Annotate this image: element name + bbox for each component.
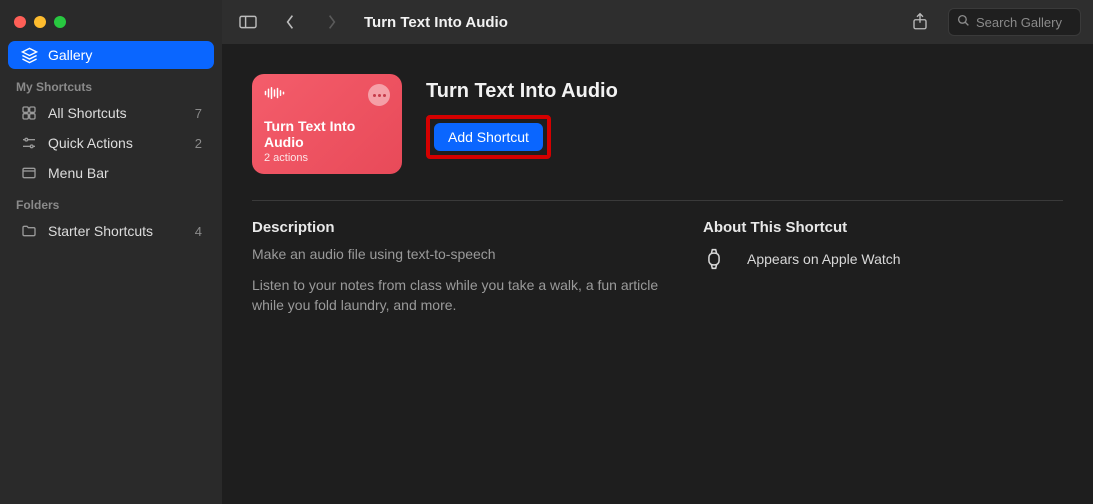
sidebar: Gallery My Shortcuts All Shortcuts 7 Qui… xyxy=(0,0,222,504)
more-icon[interactable] xyxy=(368,84,390,106)
gallery-icon xyxy=(20,46,38,64)
sidebar-folder-starter-shortcuts[interactable]: Starter Shortcuts 4 xyxy=(8,217,214,245)
sidebar-item-label: Starter Shortcuts xyxy=(48,223,153,239)
search-input[interactable] xyxy=(976,15,1072,30)
toggle-sidebar-button[interactable] xyxy=(234,10,262,34)
share-button[interactable] xyxy=(906,10,934,34)
grid-icon xyxy=(20,104,38,122)
hero-row: Turn Text Into Audio 2 actions Turn Text… xyxy=(252,74,1063,174)
card-subtitle: 2 actions xyxy=(264,152,390,164)
search-field[interactable] xyxy=(948,8,1081,36)
description-body: Listen to your notes from class while yo… xyxy=(252,276,663,315)
sliders-icon xyxy=(20,134,38,152)
about-section: About This Shortcut Appears on Apple Wat… xyxy=(703,219,1063,315)
close-window-button[interactable] xyxy=(14,16,26,28)
page-title: Turn Text Into Audio xyxy=(364,14,508,31)
toolbar: Turn Text Into Audio xyxy=(222,0,1093,44)
apple-watch-icon xyxy=(703,248,725,270)
window-traffic-lights xyxy=(0,8,222,40)
search-icon xyxy=(957,14,970,30)
description-section: Description Make an audio file using tex… xyxy=(252,219,663,315)
main-area: Turn Text Into Audio xyxy=(222,0,1093,504)
divider xyxy=(252,200,1063,201)
shortcut-heading: Turn Text Into Audio xyxy=(426,80,618,103)
gallery-label: Gallery xyxy=(48,47,92,63)
shortcut-card[interactable]: Turn Text Into Audio 2 actions xyxy=(252,74,402,174)
about-title: About This Shortcut xyxy=(703,219,1063,236)
minimize-window-button[interactable] xyxy=(34,16,46,28)
description-summary: Make an audio file using text-to-speech xyxy=(252,246,663,262)
sidebar-item-menu-bar[interactable]: Menu Bar xyxy=(8,159,214,187)
sidebar-item-all-shortcuts[interactable]: All Shortcuts 7 xyxy=(8,99,214,127)
content: Turn Text Into Audio 2 actions Turn Text… xyxy=(222,44,1093,335)
sidebar-item-label: Menu Bar xyxy=(48,165,109,181)
card-title: Turn Text Into Audio xyxy=(264,118,390,150)
highlight-box: Add Shortcut xyxy=(426,115,551,159)
my-shortcuts-header: My Shortcuts xyxy=(0,70,222,98)
sidebar-item-count: 4 xyxy=(195,224,202,239)
forward-button[interactable] xyxy=(318,10,346,34)
folders-header: Folders xyxy=(0,188,222,216)
sidebar-item-count: 2 xyxy=(195,136,202,151)
sidebar-item-label: Quick Actions xyxy=(48,135,133,151)
description-title: Description xyxy=(252,219,663,236)
menubar-icon xyxy=(20,164,38,182)
back-button[interactable] xyxy=(276,10,304,34)
sidebar-item-quick-actions[interactable]: Quick Actions 2 xyxy=(8,129,214,157)
add-shortcut-button[interactable]: Add Shortcut xyxy=(434,123,543,151)
folder-icon xyxy=(20,222,38,240)
sidebar-item-label: All Shortcuts xyxy=(48,105,127,121)
sidebar-item-count: 7 xyxy=(195,106,202,121)
waveform-icon xyxy=(264,85,288,106)
about-row-watch: Appears on Apple Watch xyxy=(703,248,1063,270)
sidebar-item-gallery[interactable]: Gallery xyxy=(8,41,214,69)
about-watch-label: Appears on Apple Watch xyxy=(747,251,901,267)
zoom-window-button[interactable] xyxy=(54,16,66,28)
